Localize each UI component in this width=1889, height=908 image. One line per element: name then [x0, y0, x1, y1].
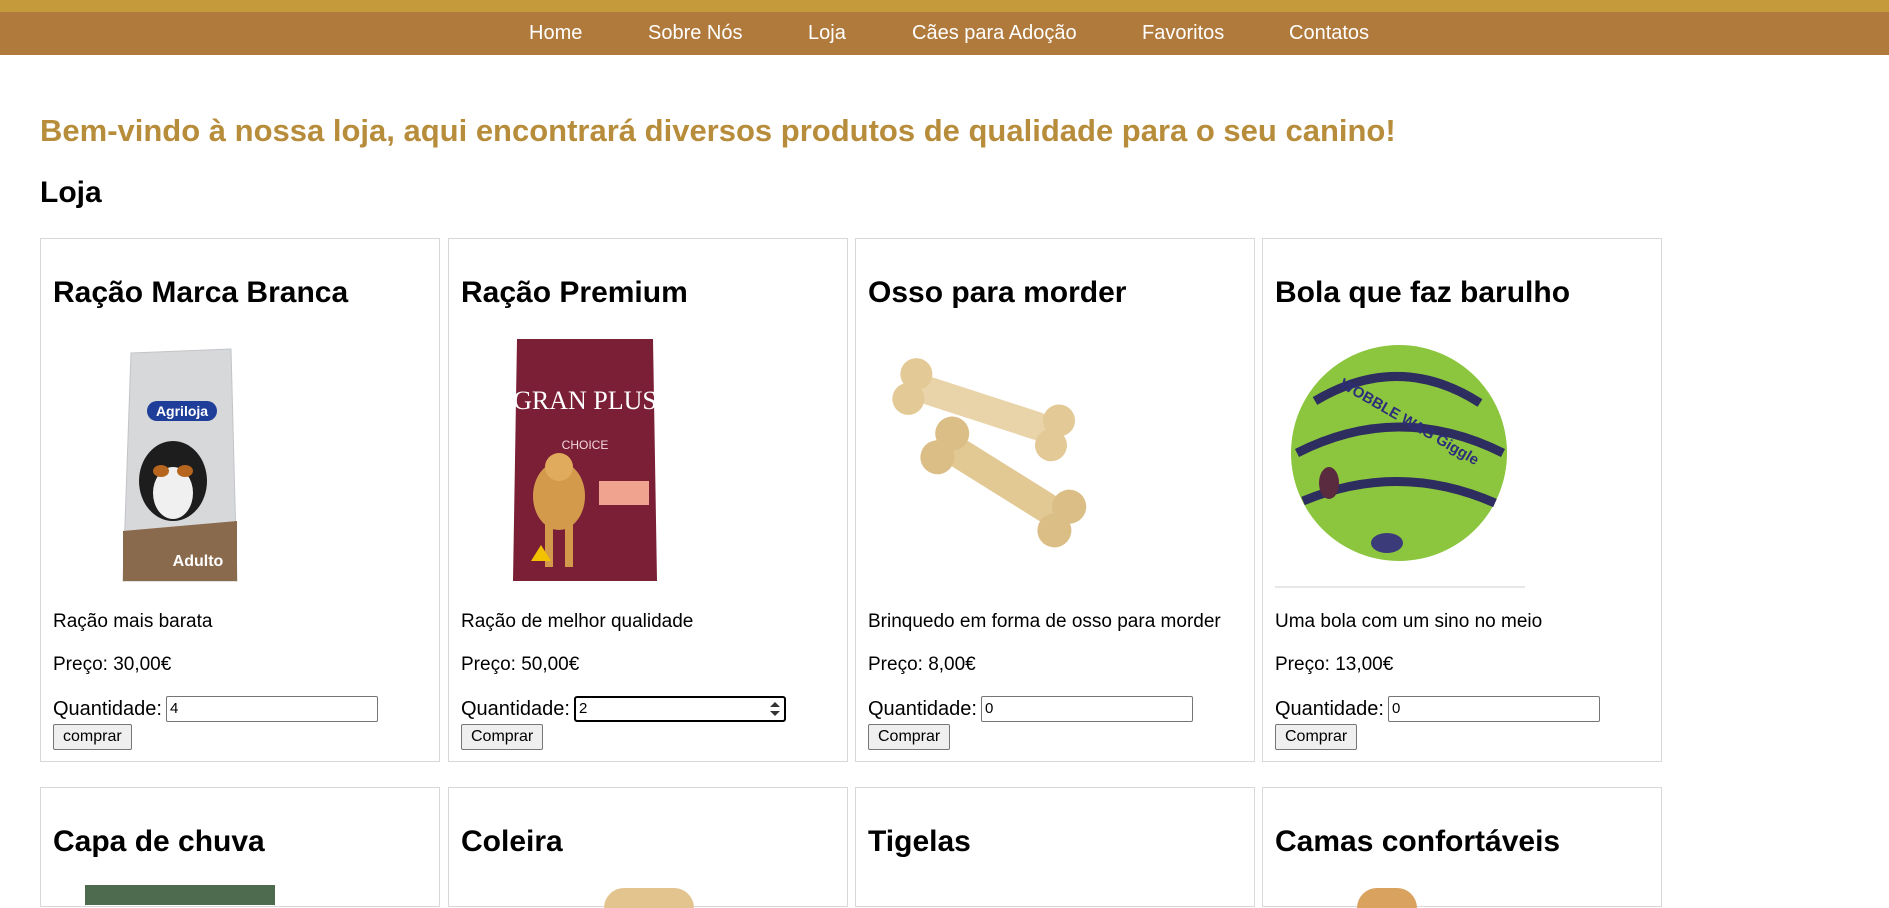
top-accent-strip: [0, 0, 1889, 12]
quantity-input[interactable]: 2: [573, 696, 786, 722]
nav-caes-adocao[interactable]: Cães para Adoção: [912, 12, 1077, 55]
quantity-input[interactable]: 4: [165, 696, 378, 722]
product-title: Bola que faz barulho: [1275, 276, 1571, 309]
product-image-collar-partial: [604, 888, 694, 908]
product-title: Osso para morder: [868, 276, 1127, 309]
product-description: Uma bola com um sino no meio: [1275, 611, 1543, 632]
nav-loja[interactable]: Loja: [808, 12, 846, 55]
spinner-arrows-icon[interactable]: [769, 702, 780, 716]
product-description: Ração de melhor qualidade: [461, 611, 694, 632]
page-title: Loja: [40, 176, 102, 209]
product-price: Preço: 8,00€: [868, 654, 976, 675]
bag-subbrand-text: CHOICE: [562, 438, 609, 452]
product-image-dog-food-premium: GRAN PLUS CHOICE: [461, 331, 821, 591]
product-description: Ração mais barata: [53, 611, 213, 632]
quantity-row: Quantidade: 0: [1275, 696, 1600, 722]
quantity-label: Quantidade:: [1275, 697, 1384, 720]
nav-contatos[interactable]: Contatos: [1289, 12, 1369, 55]
buy-button[interactable]: Comprar: [461, 724, 544, 750]
product-card-coleira: Coleira: [448, 787, 848, 908]
product-image-raincoat-partial: [85, 885, 275, 905]
product-card-racao-premium: Ração Premium GRAN PLUS CHOICE Ração de …: [448, 238, 848, 762]
product-price: Preço: 30,00€: [53, 654, 172, 675]
product-image-chew-bones: [868, 331, 1228, 591]
product-image-bed-partial: [1357, 888, 1417, 908]
product-card-racao-marca-branca: Ração Marca Branca Agriloja Adulto Ração…: [40, 238, 440, 762]
buy-button[interactable]: Comprar: [868, 724, 951, 750]
quantity-input[interactable]: 0: [1387, 696, 1600, 722]
product-description: Brinquedo em forma de osso para morder: [868, 611, 1221, 632]
product-title: Ração Marca Branca: [53, 276, 349, 309]
nav-home[interactable]: Home: [529, 12, 582, 55]
bag-logo-text: Agriloja: [156, 403, 208, 419]
product-image-wobble-ball: WOBBLE WAG Giggle: [1275, 331, 1635, 591]
quantity-value: 2: [578, 700, 588, 717]
product-title: Coleira: [461, 825, 563, 858]
nav-sobre-nos[interactable]: Sobre Nós: [648, 12, 743, 55]
product-card-tigelas: Tigelas: [855, 787, 1255, 907]
product-price: Preço: 13,00€: [1275, 654, 1394, 675]
quantity-label: Quantidade:: [53, 697, 162, 720]
quantity-input[interactable]: 0: [980, 696, 1193, 722]
bag-brand-text: GRAN PLUS: [513, 386, 657, 415]
product-card-osso-para-morder: Osso para morder Brinquedo em forma de o…: [855, 238, 1255, 762]
buy-button[interactable]: comprar: [53, 724, 132, 750]
product-card-capa-chuva: Capa de chuva: [40, 787, 440, 907]
product-price: Preço: 50,00€: [461, 654, 580, 675]
buy-button[interactable]: Comprar: [1275, 724, 1358, 750]
welcome-heading: Bem-vindo à nossa loja, aqui encontrará …: [40, 113, 1396, 148]
quantity-row: Quantidade: 0: [868, 696, 1193, 722]
main-navbar: Home Sobre Nós Loja Cães para Adoção Fav…: [0, 12, 1889, 55]
product-card-camas-confortaveis: Camas confortáveis: [1262, 787, 1662, 908]
bag-variant-text: Adulto: [173, 553, 224, 570]
nav-favoritos[interactable]: Favoritos: [1142, 12, 1224, 55]
quantity-row: Quantidade: 2: [461, 696, 786, 722]
product-title: Camas confortáveis: [1275, 825, 1561, 858]
quantity-label: Quantidade:: [461, 697, 570, 720]
quantity-label: Quantidade:: [868, 697, 977, 720]
product-card-bola-barulho: Bola que faz barulho WOBBLE WAG Giggle U…: [1262, 238, 1662, 762]
product-title: Tigelas: [868, 825, 971, 858]
product-image-dog-food-white: Agriloja Adulto: [53, 331, 413, 591]
product-title: Ração Premium: [461, 276, 688, 309]
product-title: Capa de chuva: [53, 825, 265, 858]
quantity-row: Quantidade: 4: [53, 696, 378, 722]
